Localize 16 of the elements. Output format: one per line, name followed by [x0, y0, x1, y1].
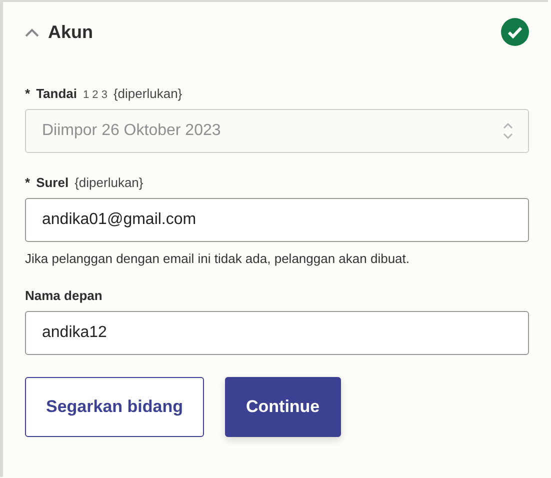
- required-asterisk: *: [25, 175, 30, 190]
- field-tag: 1 2 3: [83, 89, 108, 101]
- refresh-fields-button[interactable]: Segarkan bidang: [25, 377, 204, 437]
- field-label: Surel: [36, 175, 69, 190]
- field-hint: Jika pelanggan dengan email ini tidak ada, pelanggan akan dibuat.: [25, 251, 411, 266]
- input-field[interactable]: andika12: [25, 311, 529, 355]
- continue-button[interactable]: Continue: [224, 377, 341, 437]
- required-note: {diperlukan}: [74, 175, 144, 190]
- required-asterisk: *: [25, 86, 30, 101]
- section-title: Akun: [48, 22, 94, 42]
- input-field[interactable]: andika01@gmail.com: [25, 198, 529, 242]
- field-label: Tandai: [36, 86, 77, 101]
- field-label: Nama depan: [25, 288, 102, 303]
- required-note: {diperlukan}: [113, 86, 182, 101]
- chevron-up-icon[interactable]: [25, 28, 39, 36]
- updown-icon: [502, 121, 514, 141]
